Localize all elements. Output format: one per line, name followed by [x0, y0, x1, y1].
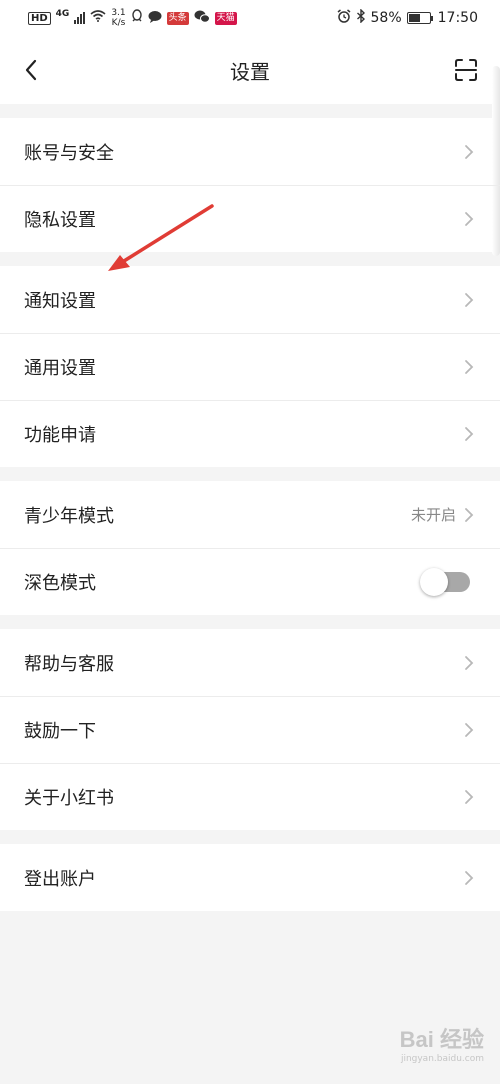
battery-percent: 58% — [370, 10, 402, 26]
status-bar: HD 4G 3.1 K/s 头条 天猫 58% 17:50 — [0, 0, 500, 36]
chevron-right-icon — [465, 292, 474, 307]
tmall-icon: 天猫 — [214, 11, 237, 25]
row-label: 深色模式 — [24, 572, 96, 594]
status-right: 58% 17:50 — [337, 8, 478, 27]
settings-group-logout: 登出账户 — [0, 844, 500, 911]
chevron-right-icon — [465, 507, 474, 522]
chevron-right-icon — [465, 655, 474, 670]
row-logout[interactable]: 登出账户 — [0, 844, 500, 911]
page-title: 设置 — [230, 59, 270, 84]
chevron-right-icon — [465, 426, 474, 441]
chevron-right-icon — [465, 789, 474, 804]
hd-indicator: HD — [28, 11, 51, 25]
row-help[interactable]: 帮助与客服 — [0, 629, 500, 696]
row-label: 功能申请 — [24, 424, 96, 446]
row-label: 登出账户 — [24, 868, 96, 890]
dark-mode-toggle[interactable] — [420, 567, 470, 596]
chevron-right-icon — [465, 211, 474, 226]
chevron-right-icon — [465, 870, 474, 885]
settings-group-help: 帮助与客服 鼓励一下 关于小红书 — [0, 629, 500, 830]
message-icon — [148, 10, 162, 27]
back-button[interactable] — [20, 58, 44, 82]
chevron-left-icon — [25, 59, 37, 81]
network-type: 4G — [55, 9, 70, 19]
wechat-icon — [194, 10, 210, 27]
row-account-security[interactable]: 账号与安全 — [0, 118, 500, 185]
toggle-knob — [420, 567, 448, 596]
speed-unit: K/s — [111, 18, 126, 28]
row-teen-mode[interactable]: 青少年模式 未开启 — [0, 481, 500, 548]
watermark-logo: Bai 经验 — [399, 1027, 484, 1052]
row-label: 帮助与客服 — [24, 653, 114, 675]
signal-icon — [74, 12, 86, 24]
row-label: 账号与安全 — [24, 142, 114, 164]
watermark: Bai 经验 jingyan.baidu.com — [400, 1022, 484, 1064]
row-privacy[interactable]: 隐私设置 — [0, 185, 500, 252]
scan-button[interactable] — [454, 58, 478, 82]
qq-icon — [131, 9, 143, 27]
chevron-right-icon — [465, 144, 474, 159]
row-label: 通用设置 — [24, 357, 96, 379]
row-dark-mode: 深色模式 — [0, 548, 500, 615]
clock: 17:50 — [437, 10, 478, 26]
row-label: 关于小红书 — [24, 787, 114, 809]
row-label: 青少年模式 — [24, 505, 114, 527]
chevron-right-icon — [465, 722, 474, 737]
battery-icon — [406, 12, 433, 24]
row-label: 隐私设置 — [24, 209, 96, 231]
scan-icon — [455, 59, 477, 81]
row-label: 通知设置 — [24, 290, 96, 312]
row-about[interactable]: 关于小红书 — [0, 763, 500, 830]
settings-group-modes: 青少年模式 未开启 深色模式 — [0, 481, 500, 615]
chevron-right-icon — [465, 359, 474, 374]
net-speed: 3.1 K/s — [111, 8, 125, 28]
settings-group-general: 通知设置 通用设置 功能申请 — [0, 266, 500, 467]
speed-value: 3.1 — [111, 8, 126, 18]
row-label: 鼓励一下 — [24, 720, 96, 742]
toutiao-icon: 头条 — [166, 11, 189, 25]
settings-group-account: 账号与安全 隐私设置 — [0, 118, 500, 252]
nav-bar: 设置 — [0, 36, 500, 104]
row-feature-request[interactable]: 功能申请 — [0, 400, 500, 467]
watermark-url: jingyan.baidu.com — [400, 1054, 484, 1064]
row-encourage[interactable]: 鼓励一下 — [0, 696, 500, 763]
bluetooth-icon — [356, 8, 366, 27]
row-notifications[interactable]: 通知设置 — [0, 266, 500, 333]
row-general[interactable]: 通用设置 — [0, 333, 500, 400]
teen-mode-status: 未开启 — [410, 506, 456, 524]
wifi-icon — [90, 10, 106, 26]
status-left: HD 4G 3.1 K/s 头条 天猫 — [28, 8, 237, 28]
alarm-icon — [337, 9, 351, 27]
